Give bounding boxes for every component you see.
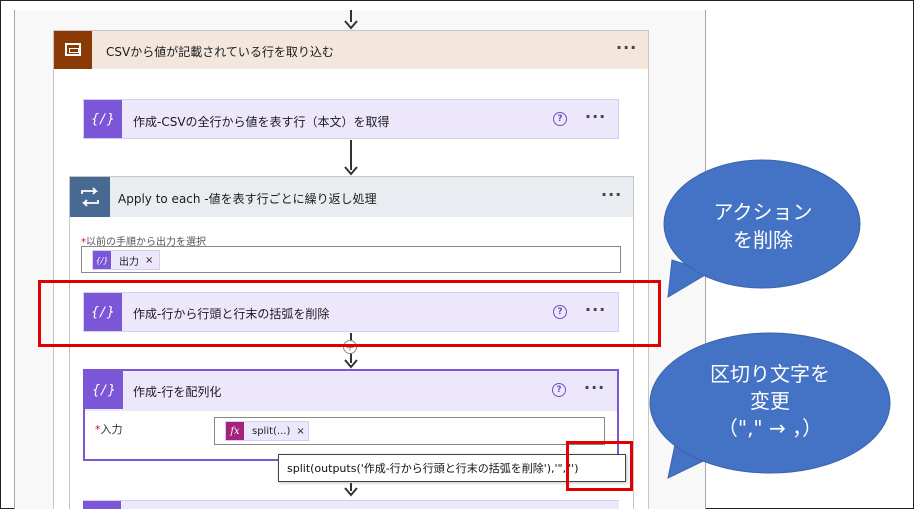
callout-delimiter-text: 区切り文字を 変更 （"," → ，）: [670, 361, 870, 442]
scope-more-menu[interactable]: ···: [616, 38, 637, 57]
highlight-delimiter: [566, 441, 633, 491]
callout-delete-line2: を削除: [733, 228, 793, 252]
compose-icon: {∕}: [85, 371, 123, 409]
callout-delimiter-line3: （"," → ，）: [717, 416, 823, 440]
callout-delimiter-line2: 変更: [750, 389, 790, 413]
scope-title: CSVから値が記載されている行を取り込む: [106, 45, 334, 59]
compose-all-rows-title: 作成-CSVの全行から値を表す行（本文）を取得: [133, 115, 390, 129]
apply-to-each-more-menu[interactable]: ···: [601, 185, 622, 204]
scope-header[interactable]: CSVから値が記載されている行を取り込む ···: [54, 31, 648, 69]
compose-icon: {∕}: [93, 251, 111, 269]
help-icon[interactable]: ?: [552, 383, 566, 397]
help-icon[interactable]: ?: [553, 112, 567, 126]
compose-input-field[interactable]: fx split(...) ×: [214, 417, 605, 445]
scope-icon: [54, 31, 92, 69]
connector-arrow: [344, 483, 358, 497]
compose-split-card[interactable]: {∕} 作成-行を配列化 ? ··· *入力 fx split(...) ×: [83, 369, 619, 461]
connector-arrow: [344, 10, 358, 30]
apply-to-each-title: Apply to each -値を表す行ごとに繰り返し処理: [118, 192, 377, 206]
compose-icon: [83, 501, 121, 509]
callout-delimiter-line1: 区切り文字を: [710, 362, 830, 386]
input-label-text: 入力: [100, 423, 123, 436]
select-output-field[interactable]: {∕} 出力 ×: [81, 246, 621, 273]
compose-split-title: 作成-行を配列化: [133, 385, 222, 399]
function-icon: fx: [226, 422, 244, 440]
output-token[interactable]: {∕} 出力 ×: [92, 250, 160, 270]
highlight-delete-action: [38, 280, 661, 347]
compose-icon: {∕}: [84, 100, 122, 138]
compose-all-rows-more-menu[interactable]: ···: [585, 107, 606, 126]
input-label: *入力: [95, 421, 123, 437]
token-remove-icon[interactable]: ×: [145, 255, 153, 266]
compose-split-more-menu[interactable]: ···: [584, 378, 605, 397]
connector-arrow: [344, 140, 358, 176]
loop-icon: [70, 177, 110, 217]
output-token-label: 出力: [119, 256, 139, 268]
apply-to-each-header[interactable]: Apply to each -値を表す行ごとに繰り返し処理 ···: [70, 177, 633, 217]
compose-split-header[interactable]: {∕} 作成-行を配列化 ? ···: [85, 371, 617, 411]
expression-token[interactable]: fx split(...) ×: [225, 421, 309, 441]
compose-all-rows-card[interactable]: {∕} 作成-CSVの全行から値を表す行（本文）を取得 ? ···: [83, 99, 619, 139]
callout-delete-action-text: アクション を削除: [668, 198, 858, 254]
token-remove-icon[interactable]: ×: [296, 426, 304, 437]
next-action-card[interactable]: [83, 500, 619, 509]
callout-delete-line1: アクション: [713, 200, 813, 224]
expression-token-label: split(...): [252, 425, 291, 437]
